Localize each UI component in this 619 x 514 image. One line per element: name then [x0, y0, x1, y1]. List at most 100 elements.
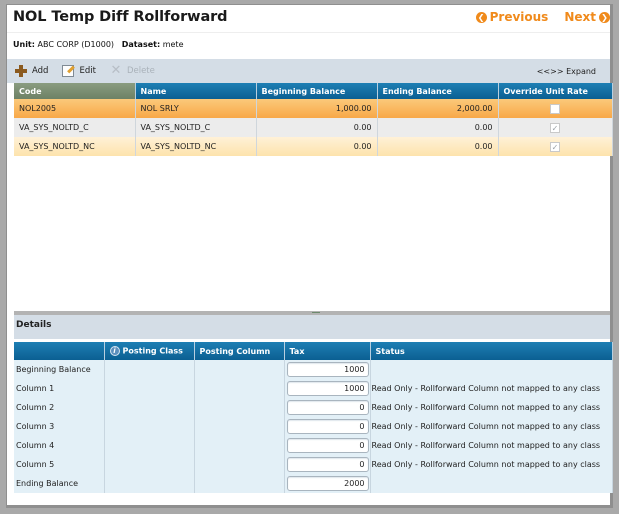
- posting-class-label: Posting Class: [122, 346, 183, 356]
- edit-button[interactable]: Edit: [62, 65, 96, 77]
- details-grid: i Posting Class Posting Column Tax Status…: [14, 342, 613, 493]
- column-header-beginning-balance[interactable]: Beginning Balance: [256, 83, 378, 99]
- table-row[interactable]: NOL2005 NOL SRLY 1,000.00 2,000.00: [14, 99, 613, 118]
- tax-input[interactable]: [286, 476, 369, 491]
- cell-code: NOL2005: [14, 99, 136, 118]
- row-label: Column 1: [14, 379, 105, 398]
- row-label: Column 5: [14, 455, 105, 474]
- row-label: Beginning Balance: [14, 360, 105, 379]
- details-row: Column 4 Read Only - Rollforward Column …: [14, 436, 613, 455]
- posting-column-cell: [194, 455, 285, 474]
- expand-button[interactable]: <<>> Expand: [537, 67, 596, 76]
- tax-cell: [284, 436, 371, 455]
- delete-x-icon: ✕: [110, 63, 122, 78]
- details-column-header-tax: Tax: [284, 342, 371, 360]
- cell-code: VA_SYS_NOLTD_NC: [14, 137, 136, 156]
- table-row[interactable]: VA_SYS_NOLTD_NC VA_SYS_NOLTD_NC 0.00 0.0…: [14, 137, 613, 156]
- cell-ending-balance: 0.00: [377, 118, 499, 137]
- status-cell: [370, 474, 613, 493]
- details-column-header-label: [14, 342, 105, 360]
- details-row: Column 3 Read Only - Rollforward Column …: [14, 417, 613, 436]
- title-bar: NOL Temp Diff Rollforward ❮ Previous Nex…: [7, 5, 610, 33]
- posting-column-cell: [194, 379, 285, 398]
- page-title: NOL Temp Diff Rollforward: [13, 9, 228, 25]
- cell-name: VA_SYS_NOLTD_NC: [135, 137, 257, 156]
- row-label: Column 4: [14, 436, 105, 455]
- posting-class-cell: [104, 455, 195, 474]
- posting-class-cell: [104, 417, 195, 436]
- unit-label: Unit:: [13, 40, 35, 49]
- column-header-override-unit-rate[interactable]: Override Unit Rate: [498, 83, 613, 99]
- tax-cell: [284, 455, 371, 474]
- details-row: Column 5 Read Only - Rollforward Column …: [14, 455, 613, 474]
- cell-beginning-balance: 0.00: [256, 137, 378, 156]
- posting-column-cell: [194, 360, 285, 379]
- tax-input[interactable]: [286, 419, 369, 434]
- grid-toolbar: Add Edit ✕ Delete <<>> Expand: [7, 59, 610, 83]
- cell-ending-balance: 0.00: [377, 137, 499, 156]
- delete-label: Delete: [126, 66, 155, 76]
- details-header: Details: [14, 315, 610, 339]
- cell-beginning-balance: 1,000.00: [256, 99, 378, 118]
- plus-icon: [15, 65, 27, 77]
- tax-cell: [284, 360, 371, 379]
- add-button[interactable]: Add: [15, 65, 48, 77]
- cell-name: NOL SRLY: [135, 99, 257, 118]
- posting-column-cell: [194, 417, 285, 436]
- row-label: Column 2: [14, 398, 105, 417]
- cell-override: ✓: [498, 137, 613, 156]
- details-column-header-posting-class: i Posting Class: [104, 342, 195, 360]
- status-cell: Read Only - Rollforward Column not mappe…: [370, 398, 613, 417]
- tax-input[interactable]: [286, 400, 369, 415]
- tax-input[interactable]: [286, 381, 369, 396]
- cell-beginning-balance: 0.00: [256, 118, 378, 137]
- posting-class-cell: [104, 379, 195, 398]
- tax-input[interactable]: [286, 457, 369, 472]
- override-checkbox[interactable]: ✓: [550, 141, 560, 152]
- cell-code: VA_SYS_NOLTD_C: [14, 118, 136, 137]
- info-icon[interactable]: i: [109, 346, 120, 356]
- grid-header-row: Code Name Beginning Balance Ending Balan…: [14, 83, 613, 99]
- details-row: Column 2 Read Only - Rollforward Column …: [14, 398, 613, 417]
- rollforward-grid: Code Name Beginning Balance Ending Balan…: [14, 83, 613, 156]
- column-header-code[interactable]: Code: [14, 83, 136, 99]
- tax-cell: [284, 474, 371, 493]
- posting-class-cell: [104, 436, 195, 455]
- tax-cell: [284, 398, 371, 417]
- cell-override: ✓: [498, 118, 613, 137]
- dataset-value: mete: [162, 40, 184, 49]
- next-button[interactable]: Next ❯: [564, 10, 610, 24]
- details-title: Details: [16, 320, 52, 330]
- cell-override: [498, 99, 613, 118]
- tax-cell: [284, 417, 371, 436]
- tax-input[interactable]: [286, 362, 369, 377]
- row-label: Column 3: [14, 417, 105, 436]
- tax-cell: [284, 379, 371, 398]
- unit-value: ABC CORP (D1000): [37, 40, 115, 49]
- posting-column-cell: [194, 398, 285, 417]
- override-checkbox[interactable]: [550, 103, 560, 114]
- details-header-row: i Posting Class Posting Column Tax Status: [14, 342, 613, 360]
- chevron-right-circle-icon: ❯: [599, 11, 610, 23]
- column-header-name[interactable]: Name: [135, 83, 257, 99]
- previous-label: Previous: [489, 10, 549, 24]
- override-checkbox[interactable]: ✓: [550, 122, 560, 133]
- posting-class-cell: [104, 474, 195, 493]
- previous-button[interactable]: ❮ Previous: [475, 10, 549, 24]
- status-cell: Read Only - Rollforward Column not mappe…: [370, 379, 613, 398]
- tax-input[interactable]: [286, 438, 369, 453]
- dataset-label: Dataset:: [121, 40, 161, 49]
- details-column-header-posting-column: Posting Column: [194, 342, 285, 360]
- details-row: Beginning Balance: [14, 360, 613, 379]
- details-row: Ending Balance: [14, 474, 613, 493]
- details-column-header-status: Status: [370, 342, 613, 360]
- details-row: Column 1 Read Only - Rollforward Column …: [14, 379, 613, 398]
- delete-button[interactable]: ✕ Delete: [110, 63, 155, 78]
- cell-name: VA_SYS_NOLTD_C: [135, 118, 257, 137]
- posting-class-cell: [104, 360, 195, 379]
- context-line: Unit: ABC CORP (D1000) Dataset: mete: [13, 40, 184, 49]
- column-header-ending-balance[interactable]: Ending Balance: [377, 83, 499, 99]
- splitter-grip-icon: [312, 312, 320, 313]
- posting-column-cell: [194, 436, 285, 455]
- table-row[interactable]: VA_SYS_NOLTD_C VA_SYS_NOLTD_C 0.00 0.00 …: [14, 118, 613, 137]
